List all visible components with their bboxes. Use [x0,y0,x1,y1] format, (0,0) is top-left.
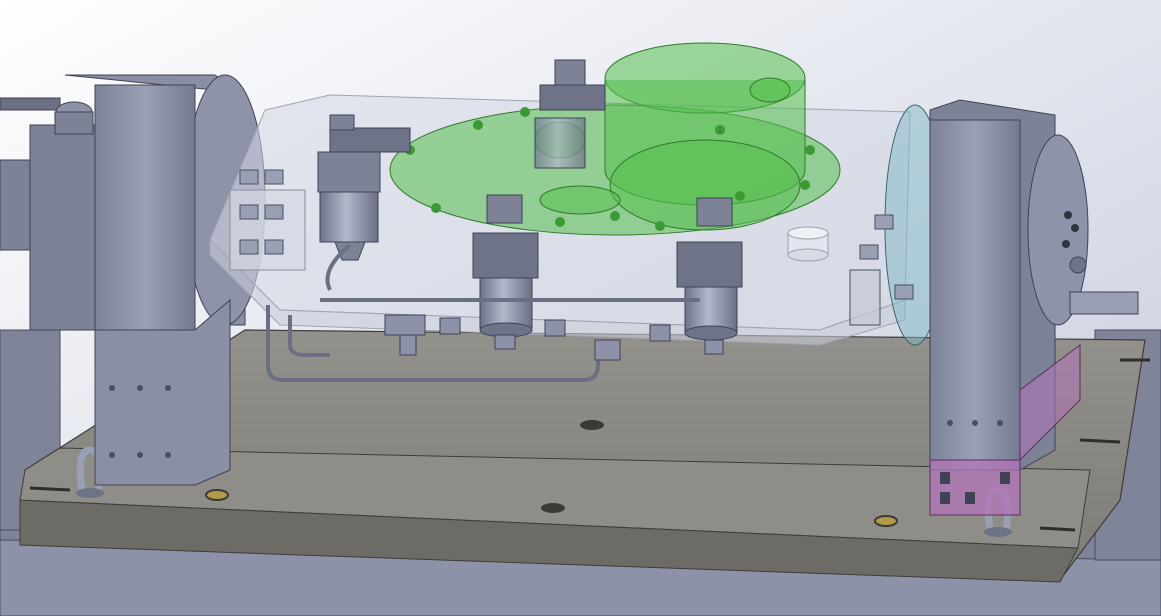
brass-bushing [205,489,229,501]
cad-viewport[interactable] [0,0,1161,616]
fixture-assembly-render [0,0,1161,616]
plate-hole [580,420,604,430]
brass-bushing [874,515,898,527]
locating-pin [787,226,829,262]
plate-hole [541,503,565,513]
